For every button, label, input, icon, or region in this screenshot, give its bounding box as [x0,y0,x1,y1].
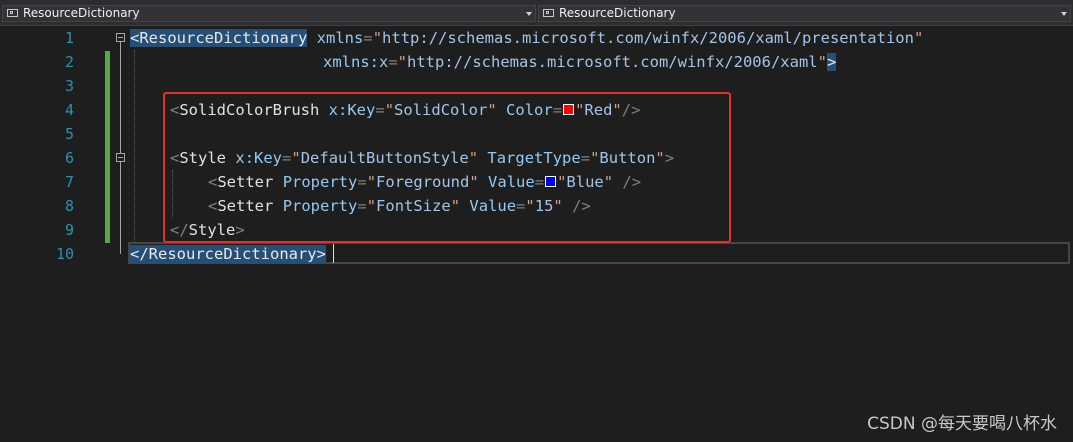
code-line: 10 </ResourceDictionary> [0,242,1073,266]
line-number: 6 [64,149,74,167]
code-line: 2 xmlns:x="http://schemas.microsoft.com/… [0,50,1073,74]
line-number: 10 [55,245,74,263]
line-number: 8 [64,197,74,215]
type-dropdown-label: ResourceDictionary [23,6,140,20]
line-number: 5 [64,125,74,143]
xaml-element-icon [543,9,554,17]
xaml-element-icon [7,9,18,17]
line-number: 2 [64,53,74,71]
xml-tag: ResourceDictionary [139,29,308,47]
member-dropdown-label: ResourceDictionary [559,6,676,20]
chevron-down-icon[interactable] [1061,12,1067,16]
code-line: 1 <ResourceDictionary xmlns="http://sche… [0,26,1073,50]
line-number: 3 [64,77,74,95]
line-number: 4 [64,101,74,119]
navigation-bar: ResourceDictionary ResourceDictionary [0,0,1073,26]
line-number: 7 [64,173,74,191]
code-editor[interactable]: 1 <ResourceDictionary xmlns="http://sche… [0,26,1073,442]
member-dropdown[interactable]: ResourceDictionary [538,5,1071,22]
line-number: 9 [64,221,74,239]
highlight-annotation-box [163,92,731,243]
text-cursor [333,244,334,263]
type-dropdown[interactable]: ResourceDictionary [2,5,536,22]
watermark: CSDN @每天要喝八杯水 [867,414,1057,434]
chevron-down-icon[interactable] [526,12,532,16]
line-number: 1 [64,29,74,47]
